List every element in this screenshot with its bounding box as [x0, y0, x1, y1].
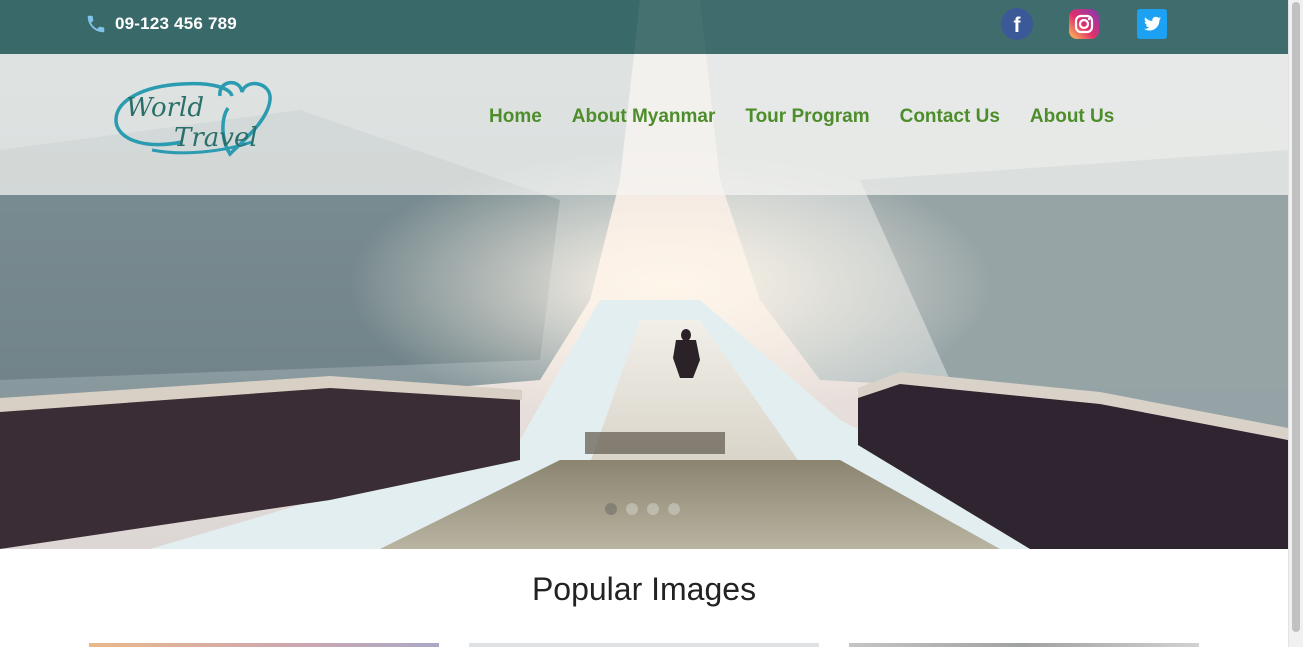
logo-word-travel: Travel — [174, 123, 258, 153]
nav-about-us[interactable]: About Us — [1030, 106, 1114, 128]
main-navbar: World Travel Home About Myanmar Tour Pro… — [0, 54, 1288, 195]
popular-image-thumbnail-3[interactable] — [849, 643, 1199, 647]
page: 09-123 456 789 f World Travel Home About… — [0, 0, 1288, 647]
hero-slider: 09-123 456 789 f World Travel Home About… — [0, 0, 1288, 549]
world-travel-logo[interactable]: World Travel — [112, 76, 278, 168]
slider-dot-2[interactable] — [626, 503, 638, 515]
popular-image-thumbnail-2[interactable] — [469, 643, 819, 647]
nav-about-myanmar[interactable]: About Myanmar — [572, 106, 716, 128]
popular-image-thumbnail-1[interactable] — [89, 643, 439, 647]
slider-dot-4[interactable] — [668, 503, 680, 515]
vertical-scrollbar[interactable] — [1288, 0, 1303, 647]
scrollbar-thumb[interactable] — [1292, 2, 1300, 632]
facebook-glyph: f — [1014, 14, 1022, 37]
slider-indicators — [605, 503, 680, 515]
nav-menu: Home About Myanmar Tour Program Contact … — [489, 106, 1114, 128]
instagram-icon — [1069, 9, 1099, 39]
twitter-icon — [1137, 9, 1167, 39]
popular-images-heading: Popular Images — [531, 571, 757, 607]
nav-home[interactable]: Home — [489, 106, 542, 128]
twitter-link[interactable] — [1136, 8, 1168, 40]
nav-contact-us[interactable]: Contact Us — [900, 106, 1000, 128]
nav-tour-program[interactable]: Tour Program — [745, 106, 869, 128]
facebook-link[interactable]: f — [1001, 8, 1033, 40]
phone-contact[interactable]: 09-123 456 789 — [85, 10, 237, 38]
phone-icon — [87, 15, 105, 33]
slider-dot-1[interactable] — [605, 503, 617, 515]
slider-dot-3[interactable] — [647, 503, 659, 515]
phone-number: 09-123 456 789 — [115, 14, 237, 33]
logo-image: World Travel — [114, 81, 272, 157]
logo-word-world: World — [126, 93, 204, 123]
top-bar: 09-123 456 789 f — [0, 0, 1288, 54]
instagram-link[interactable] — [1068, 8, 1100, 40]
facebook-icon: f — [1001, 8, 1033, 40]
